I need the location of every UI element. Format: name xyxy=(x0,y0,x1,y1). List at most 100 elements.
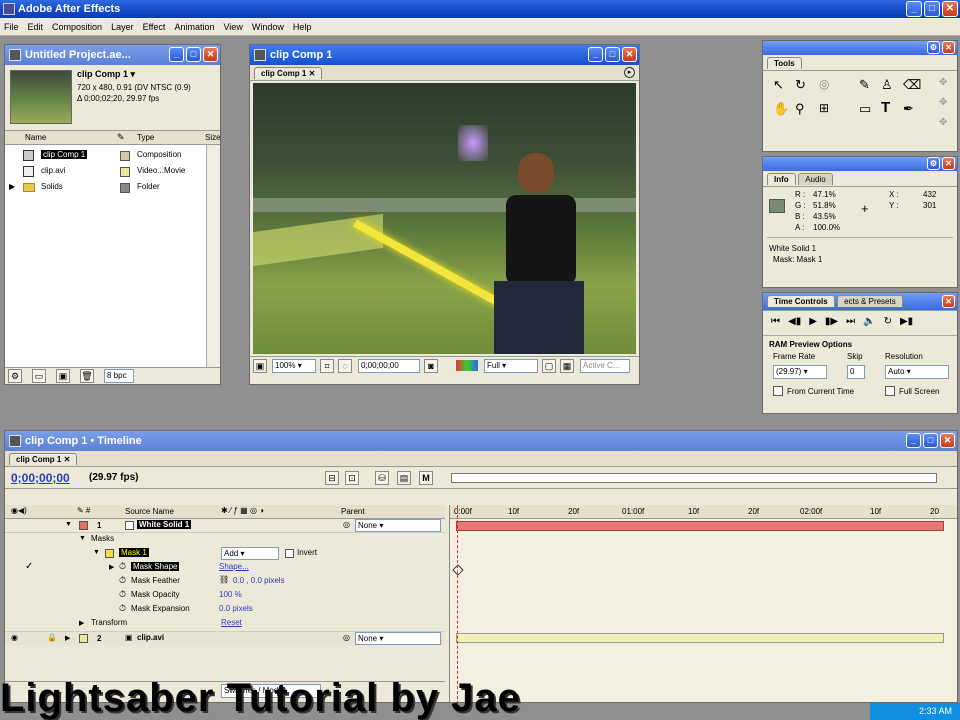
next-frame-icon[interactable]: ▮▶ xyxy=(825,316,838,330)
tab-audio[interactable]: Audio xyxy=(798,173,833,185)
ram-preview-icon[interactable]: ▶▮ xyxy=(900,316,913,330)
stopwatch-icon[interactable]: ⏱ xyxy=(119,575,126,586)
column-type[interactable]: Type xyxy=(137,133,154,142)
menu-edit[interactable]: Edit xyxy=(28,22,44,32)
resolution-dropdown[interactable]: Auto ▾ xyxy=(885,365,949,379)
column-source-name[interactable]: Source Name xyxy=(125,507,174,516)
tab-info[interactable]: Info xyxy=(767,173,796,185)
parent-pickwhip-icon[interactable]: ◎ xyxy=(343,633,350,642)
parent-pickwhip-icon[interactable]: ◎ xyxy=(343,520,350,529)
type-tool-icon[interactable]: T xyxy=(881,99,890,116)
tools-options-icon[interactable]: ⚙ xyxy=(927,41,940,54)
menu-help[interactable]: Help xyxy=(293,22,312,32)
time-controls-close-button[interactable]: ✕ xyxy=(942,295,955,308)
eraser-tool-icon[interactable]: ⌫ xyxy=(903,77,921,93)
bit-depth-field[interactable]: 8 bpc xyxy=(104,369,134,383)
layer2-duration-bar[interactable] xyxy=(456,633,944,643)
expand-triangle-icon[interactable]: ▼ xyxy=(93,549,100,556)
project-scrollbar[interactable] xyxy=(206,145,220,367)
timeline-close-button[interactable]: ✕ xyxy=(940,433,955,448)
transform-group-row[interactable]: ▶ Transform Reset xyxy=(5,617,445,631)
mask-view-icon[interactable]: ◌ xyxy=(338,359,352,373)
video-eye-icon[interactable]: ◉ xyxy=(11,633,18,642)
snapshot-icon[interactable]: ◙ xyxy=(424,359,438,373)
live-update-icon[interactable]: ⊡ xyxy=(345,471,359,485)
expand-triangle-icon[interactable]: ▶ xyxy=(9,182,15,191)
timeline-maximize-button[interactable]: □ xyxy=(923,433,938,448)
info-close-button[interactable]: ✕ xyxy=(942,157,955,170)
minimize-button[interactable]: _ xyxy=(906,1,922,17)
property-value[interactable]: 0.0 pixels xyxy=(219,604,253,613)
project-item-row[interactable]: ▶ Solids Folder xyxy=(5,181,205,195)
comp-panel-menu-icon[interactable]: ▸ xyxy=(624,67,635,78)
safe-margins-icon[interactable]: ⌗ xyxy=(320,359,334,373)
from-current-time-checkbox[interactable] xyxy=(773,386,783,396)
current-time-field[interactable]: 0;00;00;00 xyxy=(358,359,420,373)
first-frame-icon[interactable]: ⏮ xyxy=(771,316,780,330)
loop-icon[interactable]: ↻ xyxy=(884,316,892,330)
layer-name[interactable]: clip.avi xyxy=(137,633,164,642)
always-preview-icon[interactable]: ▣ xyxy=(253,359,267,373)
full-screen-checkbox[interactable] xyxy=(885,386,895,396)
label-swatch[interactable] xyxy=(79,634,88,643)
pen-tool-icon[interactable]: ✒ xyxy=(903,101,914,117)
rectangle-mask-icon[interactable]: ▭ xyxy=(859,101,871,117)
layer-name[interactable]: White Solid 1 xyxy=(137,520,192,529)
maximize-button[interactable]: □ xyxy=(924,1,940,17)
tab-time-controls[interactable]: Time Controls xyxy=(767,295,835,307)
column-name[interactable]: Name xyxy=(25,133,46,142)
menu-view[interactable]: View xyxy=(223,22,242,32)
property-value[interactable]: 100 % xyxy=(219,590,242,599)
tab-effects-presets[interactable]: ects & Presets xyxy=(837,295,903,307)
rotate-tool-icon[interactable]: ↻ xyxy=(795,77,806,93)
mask-property-row[interactable]: ⏱ Mask Opacity 100 % xyxy=(5,589,445,603)
frame-rate-dropdown[interactable]: (29.97) ▾ xyxy=(773,365,827,379)
skip-field[interactable]: 0 xyxy=(847,365,865,379)
menu-layer[interactable]: Layer xyxy=(111,22,134,32)
info-options-icon[interactable]: ⚙ xyxy=(927,157,940,170)
hand-tool-icon[interactable]: ✋ xyxy=(773,101,789,117)
zoom-tool-icon[interactable]: ⚲ xyxy=(795,101,805,117)
layer-row[interactable]: ▼ 1 White Solid 1 ◎ None ▾ xyxy=(5,519,445,533)
menu-composition[interactable]: Composition xyxy=(52,22,102,32)
project-close-button[interactable]: ✕ xyxy=(203,47,218,62)
resolution-dropdown[interactable]: Full ▾ xyxy=(484,359,538,373)
comp-close-button[interactable]: ✕ xyxy=(622,47,637,62)
axis-mode-icon[interactable]: ✥ xyxy=(939,77,947,88)
expand-triangle-icon[interactable]: ▼ xyxy=(79,535,86,542)
active-camera-dropdown[interactable]: Active C... xyxy=(580,359,630,373)
property-checkmark-icon[interactable]: ✓ xyxy=(25,561,33,572)
comp-maximize-button[interactable]: □ xyxy=(605,47,620,62)
current-time-indicator[interactable] xyxy=(457,505,458,702)
mask-row[interactable]: ▼ Mask 1 Add ▾ Invert xyxy=(5,547,445,561)
previous-frame-icon[interactable]: ◀▮ xyxy=(788,316,801,330)
zoom-dropdown[interactable]: 100% ▾ xyxy=(272,359,316,373)
column-parent[interactable]: Parent xyxy=(341,507,365,516)
trash-icon[interactable]: 🗑 xyxy=(80,369,94,383)
mask-shape-keyframe[interactable] xyxy=(452,564,464,576)
track-xy-camera-icon[interactable]: ⊞ xyxy=(819,101,829,115)
mask-name[interactable]: Mask 1 xyxy=(119,548,149,557)
comp-tab[interactable]: clip Comp 1 ✕ xyxy=(254,67,323,79)
expand-triangle-icon[interactable]: ▶ xyxy=(65,634,70,642)
work-area-bar[interactable] xyxy=(451,473,937,483)
selection-tool-icon[interactable]: ↖ xyxy=(773,77,784,93)
mask-property-row[interactable]: ✓ ▶ ⏱ Mask Shape Shape... xyxy=(5,561,445,575)
stopwatch-icon[interactable]: ⏱ xyxy=(119,603,126,614)
transparency-grid-icon[interactable]: ▦ xyxy=(560,359,574,373)
comp-mini-flowchart-icon[interactable]: ⊟ xyxy=(325,471,339,485)
tab-tools[interactable]: Tools xyxy=(767,57,802,69)
close-button[interactable]: ✕ xyxy=(942,1,958,17)
project-maximize-button[interactable]: □ xyxy=(186,47,201,62)
timeline-comp-tab[interactable]: clip Comp 1 ✕ xyxy=(9,453,78,465)
menu-effect[interactable]: Effect xyxy=(143,22,166,32)
parent-dropdown[interactable]: None ▾ xyxy=(355,519,441,532)
brush-tool-icon[interactable]: ✎ xyxy=(859,77,870,93)
orbit-camera-icon[interactable]: ◎ xyxy=(819,77,829,91)
masks-group-row[interactable]: ▼ Masks xyxy=(5,533,445,547)
mask-property-row[interactable]: ⏱ Mask Feather ⛓ 0.0 , 0.0 pixels xyxy=(5,575,445,589)
comp-minimize-button[interactable]: _ xyxy=(588,47,603,62)
expand-triangle-icon[interactable]: ▶ xyxy=(79,619,84,627)
stopwatch-icon[interactable]: ⏱ xyxy=(119,561,126,572)
column-size[interactable]: Size xyxy=(205,133,221,142)
